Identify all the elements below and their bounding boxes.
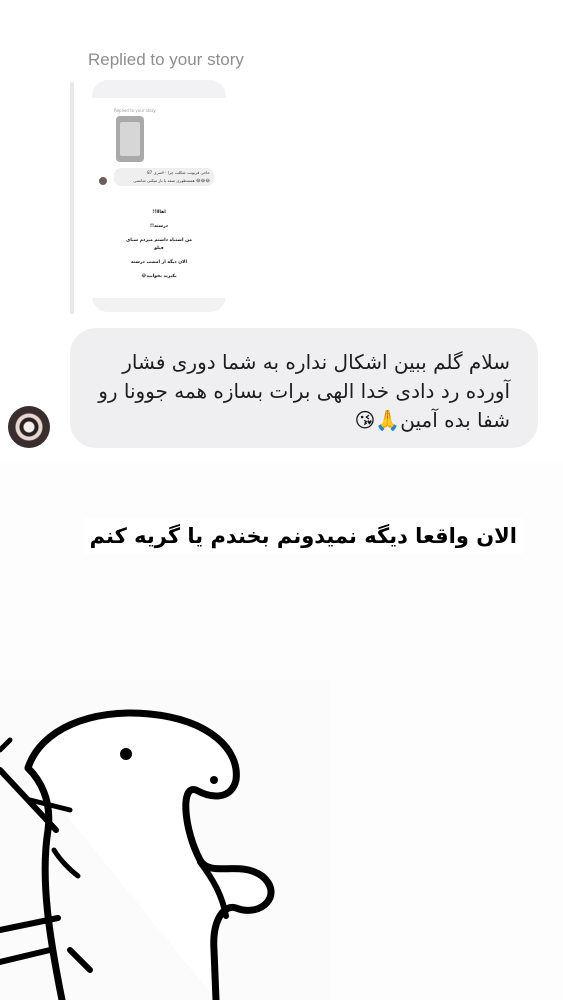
thumbnail-photo xyxy=(116,116,144,162)
thumbnail-bubble-text-1: حاجی قربونت شکلت چرا ۴۰سری 87 xyxy=(147,170,210,175)
chat-area: Replied to your story Replied to your st… xyxy=(0,0,563,462)
sender-avatar[interactable] xyxy=(8,406,50,448)
thumbnail-message-bubble: حاجی قربونت شکلت چرا ۴۰سری 87 همسطوری سف… xyxy=(114,168,214,186)
thumbnail-replied-label: Replied to your story xyxy=(114,108,156,113)
thumbnail-bubble-text-2: همسطوری سفه یا بار میکنی شانسی 😂😂😂 xyxy=(133,178,210,183)
thumbnail-line: الان دیگه از امشب درسته xyxy=(130,260,188,265)
meme-caption: الان واقعا دیگه نمیدونم بخندم یا گریه کن… xyxy=(83,518,523,554)
thumbnail-line: فیلو xyxy=(154,246,164,251)
thumbnail-line: اهااا!! xyxy=(152,210,166,215)
story-thumbnail[interactable]: Replied to your story حاجی قربونت شکلت چ… xyxy=(92,80,226,312)
thumbnail-line: من اشتباه داشتم میزدم شبای xyxy=(126,238,192,243)
reply-indicator-bar xyxy=(70,82,74,314)
message-bubble[interactable]: سلام گلم ببین اشکال نداره به شما دوری فش… xyxy=(70,328,538,448)
meme-doodle-illustration xyxy=(0,680,330,1000)
thumbnail-line: درسته!! xyxy=(150,224,168,229)
message-text: سلام گلم ببین اشکال نداره به شما دوری فش… xyxy=(98,350,510,432)
replied-to-story-label: Replied to your story xyxy=(88,50,244,69)
thumbnail-avatar xyxy=(99,177,107,185)
thumbnail-line: بکیرید بخوابید😂 xyxy=(141,274,177,279)
story-thumbnail-content: Replied to your story حاجی قربونت شکلت چ… xyxy=(92,98,226,298)
